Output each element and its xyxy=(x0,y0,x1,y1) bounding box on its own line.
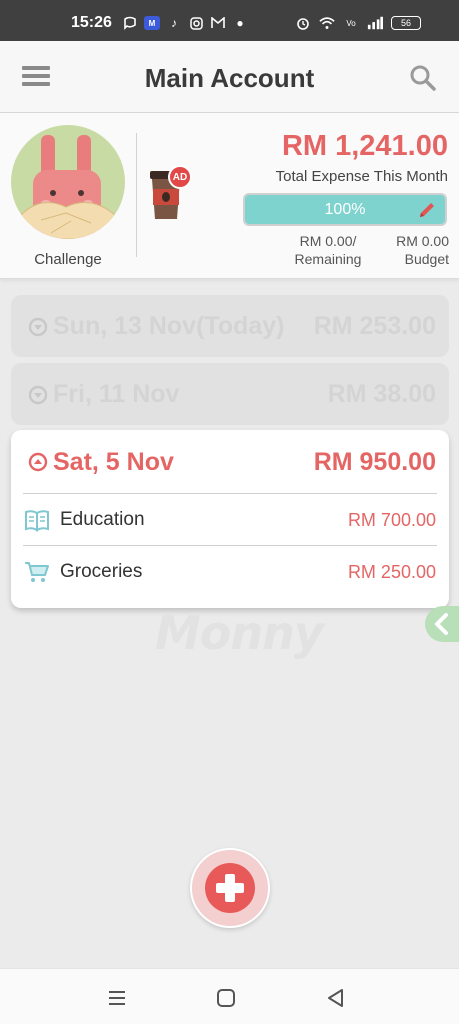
progress-percent: 100% xyxy=(324,201,366,218)
category-amount: RM 700.00 xyxy=(347,510,436,530)
pencil-edit-icon[interactable] xyxy=(417,200,437,220)
home-icon[interactable] xyxy=(215,987,237,1009)
status-bar: 15:26 M ♪ ● Vo 56 xyxy=(0,0,459,41)
side-drawer-tab[interactable] xyxy=(425,606,459,642)
system-icons: Vo 56 xyxy=(295,16,421,30)
fab-circle xyxy=(205,863,255,913)
expense-summary: Challenge AD RM 1,241.00 Total Expense T… xyxy=(0,113,459,279)
instagram-icon xyxy=(188,16,204,30)
book-icon xyxy=(25,510,49,532)
remaining-value: RM 0.00/ xyxy=(299,233,357,249)
system-navigation-bar xyxy=(0,968,459,1024)
back-icon[interactable] xyxy=(325,987,347,1009)
chevron-down-icon xyxy=(28,317,48,337)
challenge-avatar[interactable] xyxy=(11,125,125,239)
app-watermark: Monny xyxy=(155,606,324,660)
notification-icons: M ♪ ● xyxy=(122,16,248,30)
remaining-label: Remaining xyxy=(294,251,362,267)
chevron-up-icon xyxy=(28,452,48,472)
plus-icon xyxy=(216,874,244,902)
chat-bubble-icon xyxy=(122,16,138,30)
tiktok-icon: ♪ xyxy=(171,16,177,30)
group-amount: RM 253.00 xyxy=(313,312,436,340)
budget-value: RM 0.00 xyxy=(396,233,449,249)
category-name: Groceries xyxy=(60,561,143,582)
battery-icon: 56 xyxy=(391,16,421,30)
total-expense-amount: RM 1,241.00 xyxy=(281,130,448,162)
category-amount: RM 250.00 xyxy=(347,562,436,582)
budget-amount: RM 0.00 Budget xyxy=(396,232,449,268)
alarm-icon xyxy=(295,16,311,30)
page-title: Main Account xyxy=(144,63,315,93)
group-amount: RM 950.00 xyxy=(313,448,436,476)
group-amount: RM 38.00 xyxy=(327,380,436,408)
ad-badge: AD xyxy=(168,165,192,189)
category-name: Education xyxy=(60,509,145,530)
budget-label: Budget xyxy=(404,251,449,267)
chevron-left-icon xyxy=(435,613,448,635)
challenge-label[interactable]: Challenge xyxy=(11,251,125,268)
remaining-amount: RM 0.00/ Remaining xyxy=(278,232,378,268)
signal-icon xyxy=(367,16,383,30)
bunny-character-icon xyxy=(20,135,116,239)
add-expense-button[interactable] xyxy=(190,848,270,928)
total-expense-label: Total Expense This Month xyxy=(275,168,448,185)
group-date: Sat, 5 Nov xyxy=(53,448,174,476)
app-header: Main Account xyxy=(0,41,459,113)
divider xyxy=(136,133,137,257)
group-date: Fri, 11 Nov xyxy=(53,380,180,408)
search-icon[interactable] xyxy=(409,64,437,92)
date-group[interactable]: Sun, 13 Nov(Today) RM 253.00 xyxy=(11,295,449,357)
recent-apps-icon[interactable] xyxy=(106,987,128,1009)
date-group[interactable]: Fri, 11 Nov RM 38.00 xyxy=(11,363,449,425)
battery-level: 56 xyxy=(400,18,411,28)
volte-icon: Vo xyxy=(346,18,356,28)
mail-icon xyxy=(210,16,226,30)
status-time: 15:26 xyxy=(71,14,112,31)
budget-progress-bar[interactable]: 100% xyxy=(243,193,447,226)
date-group-expanded[interactable]: Sat, 5 Nov RM 950.00 Education RM 700.00… xyxy=(11,430,449,608)
app-tag-icon: M xyxy=(144,16,160,30)
wifi-icon xyxy=(319,16,335,30)
shopping-cart-icon xyxy=(25,562,49,582)
expense-row[interactable]: Education RM 700.00 xyxy=(11,494,449,546)
group-date: Sun, 13 Nov(Today) xyxy=(53,312,285,340)
chevron-down-icon xyxy=(28,385,48,405)
expense-row[interactable]: Groceries RM 250.00 xyxy=(11,546,449,598)
dot-icon: ● xyxy=(236,16,244,30)
